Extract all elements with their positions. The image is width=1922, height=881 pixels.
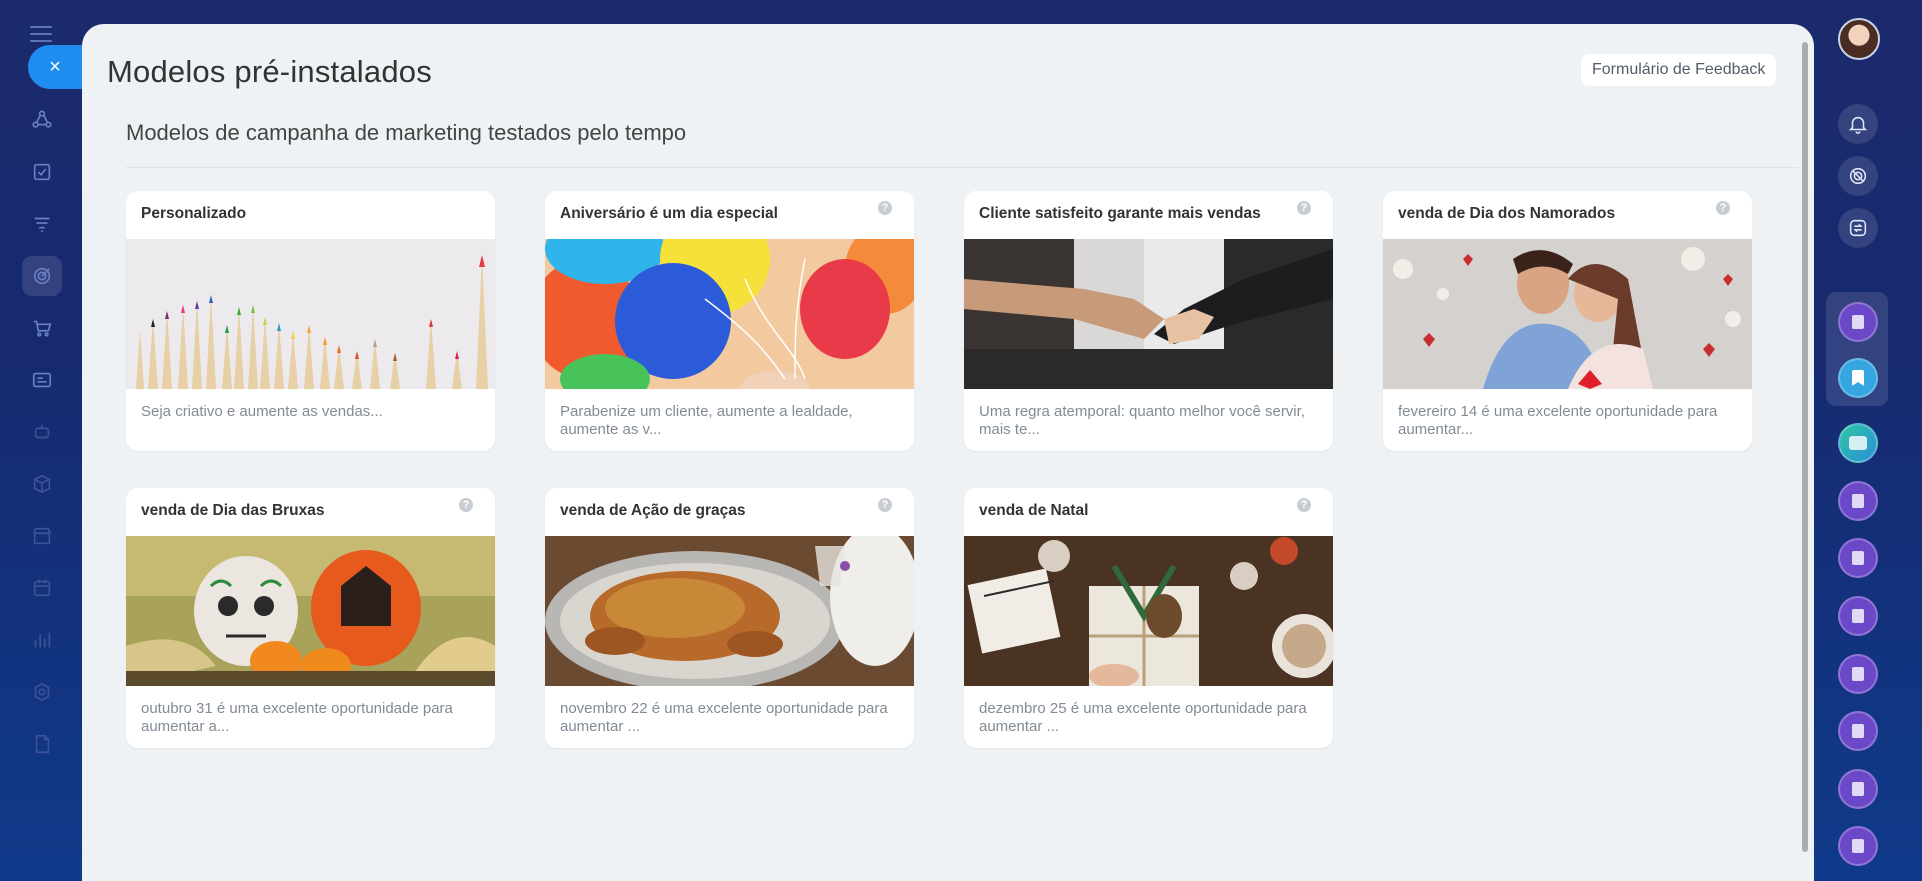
card-description: outubro 31 é uma excelente oportunidade … [141, 700, 453, 735]
nav-document-icon[interactable] [22, 724, 62, 764]
nav-filter-icon[interactable] [22, 204, 62, 244]
main-panel: Modelos pré-instalados Formulário de Fee… [82, 24, 1814, 881]
card-title: Aniversário é um dia especial [560, 205, 778, 222]
colored-pencils-image [126, 239, 495, 389]
template-card[interactable]: Personalizado Seja criativo e aumente as… [126, 191, 495, 451]
christmas-gift-image [964, 536, 1333, 686]
template-card[interactable]: venda de Ação de graças ? novembro 22 é … [545, 488, 914, 748]
feedback-button[interactable]: Formulário de Feedback [1581, 54, 1777, 86]
right-sidebar [1814, 0, 1922, 881]
card-description: Uma regra atemporal: quanto melhor você … [979, 403, 1305, 438]
close-button[interactable]: × [28, 45, 82, 89]
nav-calendar-icon[interactable] [22, 568, 62, 608]
chat-avatar[interactable] [1838, 302, 1878, 342]
chat-avatar[interactable] [1838, 654, 1878, 694]
template-card[interactable]: venda de Dia das Bruxas ? outubro 31 é u… [126, 488, 495, 748]
pumpkins-image [126, 536, 495, 686]
card-description: Parabenize um cliente, aumente a lealdad… [560, 403, 853, 438]
divider [126, 167, 1799, 168]
nav-tasks-icon[interactable] [22, 152, 62, 192]
card-description: dezembro 25 é uma excelente oportunidade… [979, 700, 1307, 735]
target-icon[interactable] [1838, 156, 1878, 196]
help-icon[interactable]: ? [878, 201, 892, 215]
help-icon[interactable]: ? [459, 498, 473, 512]
page-title: Modelos pré-instalados [107, 54, 432, 89]
chat-icon[interactable] [1838, 423, 1878, 463]
bookmark-icon[interactable] [1838, 358, 1878, 398]
template-card[interactable]: venda de Natal ? dezembro 25 é uma excel… [964, 488, 1333, 748]
nav-contact-center-icon[interactable] [22, 360, 62, 400]
template-card[interactable]: venda de Dia dos Namorados ? fevereiro 1… [1383, 191, 1752, 451]
handshake-image [964, 239, 1333, 389]
chat-avatar[interactable] [1838, 711, 1878, 751]
nav-box-icon[interactable] [22, 464, 62, 504]
nav-crm-icon[interactable] [22, 100, 62, 140]
chat-avatar[interactable] [1838, 596, 1878, 636]
couple-hearts-image [1383, 239, 1752, 389]
template-card[interactable]: Aniversário é um dia especial ? Parabeni… [545, 191, 914, 451]
chat-avatar[interactable] [1838, 538, 1878, 578]
help-icon[interactable]: ? [1297, 201, 1311, 215]
section-subtitle: Modelos de campanha de marketing testado… [126, 120, 687, 145]
nav-analytics-icon[interactable] [22, 620, 62, 660]
scrollbar[interactable] [1802, 42, 1808, 852]
chat-avatar[interactable] [1838, 481, 1878, 521]
card-title: Personalizado [141, 205, 247, 222]
bell-icon[interactable] [1838, 104, 1878, 144]
chat-avatar[interactable] [1838, 769, 1878, 809]
left-navigation: × [0, 0, 82, 881]
card-description: Seja criativo e aumente as vendas... [141, 403, 383, 420]
card-title: venda de Dia dos Namorados [1398, 205, 1616, 222]
chat-avatar[interactable] [1838, 826, 1878, 866]
roast-turkey-image [545, 536, 914, 686]
card-title: venda de Natal [979, 502, 1089, 519]
menu-icon[interactable] [30, 26, 52, 42]
nav-robot-icon[interactable] [22, 412, 62, 452]
balloons-image [545, 239, 914, 389]
user-avatar[interactable] [1838, 18, 1880, 60]
help-icon[interactable]: ? [878, 498, 892, 512]
nav-shop-icon[interactable] [22, 308, 62, 348]
sync-icon[interactable] [1838, 208, 1878, 248]
help-icon[interactable]: ? [1297, 498, 1311, 512]
card-title: venda de Ação de graças [560, 502, 746, 519]
nav-marketing-icon[interactable] [22, 256, 62, 296]
card-description: fevereiro 14 é uma excelente oportunidad… [1398, 403, 1718, 438]
help-icon[interactable]: ? [1716, 201, 1730, 215]
card-title: Cliente satisfeito garante mais vendas [979, 205, 1261, 222]
template-card[interactable]: Cliente satisfeito garante mais vendas ?… [964, 191, 1333, 451]
nav-settings-icon[interactable] [22, 672, 62, 712]
card-description: novembro 22 é uma excelente oportunidade… [560, 700, 888, 735]
nav-store-icon[interactable] [22, 516, 62, 556]
card-title: venda de Dia das Bruxas [141, 502, 325, 519]
